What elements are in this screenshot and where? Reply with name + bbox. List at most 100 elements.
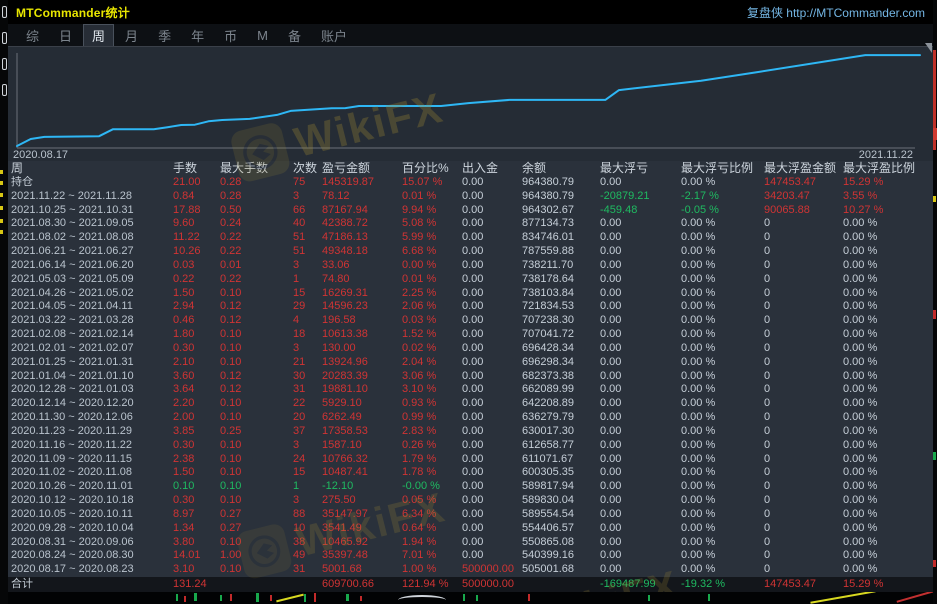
table-row[interactable]: 2021.10.25 ~ 2021.10.3117.880.506687167.… [8,204,933,218]
value-cell: 0.00 [460,397,520,411]
value-cell: 0.00 % [679,314,762,328]
column-header-12[interactable]: 最大浮盈比例 [841,161,933,176]
table-row[interactable]: 2021.06.14 ~ 2021.06.200.030.01333.060.0… [8,259,933,273]
table-row[interactable]: 2020.11.16 ~ 2020.11.220.300.1031587.100… [8,439,933,453]
table-row[interactable]: 2020.12.28 ~ 2021.01.033.640.123119881.1… [8,383,933,397]
column-header-8[interactable]: 余额 [520,161,598,176]
table-row[interactable]: 2021.08.02 ~ 2021.08.0811.220.225147186.… [8,231,933,245]
menu-item-9[interactable]: 备 [280,25,309,46]
value-cell: 5001.68 [320,563,400,577]
value-cell: 1.34 [171,522,218,536]
period-cell: 2020.10.26 ~ 2020.11.01 [8,480,171,494]
table-row[interactable]: 2021.01.04 ~ 2021.01.103.600.123020283.3… [8,370,933,384]
value-cell: 0.30 [171,342,218,356]
table-row[interactable]: 2020.08.31 ~ 2020.09.063.800.103810465.9… [8,536,933,550]
value-cell: 738211.70 [520,259,598,273]
table-row[interactable]: 2021.03.22 ~ 2021.03.280.460.124196.580.… [8,314,933,328]
brand-link[interactable]: 复盘侠 http://MTCommander.com [747,4,925,21]
value-cell: 1.52 % [400,328,460,342]
value-cell: 42388.72 [320,217,400,231]
value-cell: 0.00 % [679,273,762,287]
value-cell: 1.00 [218,549,291,563]
value-cell: 0.00 [460,411,520,425]
value-cell: 0.24 [218,217,291,231]
table-row[interactable]: 2020.10.05 ~ 2020.10.118.970.278835147.9… [8,508,933,522]
table-row[interactable]: 2021.04.26 ~ 2021.05.021.500.101516269.3… [8,287,933,301]
value-cell: 0.00 % [679,549,762,563]
value-cell: 51 [291,231,320,245]
value-cell: 33.06 [320,259,400,273]
value-cell: 0 [762,397,841,411]
value-cell: 0.10 [218,342,291,356]
table-row[interactable]: 2021.11.22 ~ 2021.11.280.840.28378.120.0… [8,190,933,204]
table-row[interactable]: 2021.06.21 ~ 2021.06.2710.260.225149348.… [8,245,933,259]
table-row[interactable]: 2021.02.08 ~ 2021.02.141.800.101810613.3… [8,328,933,342]
table-row[interactable]: 2020.08.17 ~ 2020.08.233.100.10315001.68… [8,563,933,577]
table-row[interactable]: 2020.10.12 ~ 2020.10.180.300.103275.500.… [8,494,933,508]
column-header-6[interactable]: 百分比% [400,161,460,176]
menu-item-8[interactable]: M [249,27,276,44]
value-cell: 0 [762,273,841,287]
column-header-7[interactable]: 出入金 [460,161,520,176]
value-cell: 2.94 [171,300,218,314]
column-header-5[interactable]: 盈亏金额 [320,161,400,176]
value-cell: 0.10 [218,328,291,342]
menu-item-4[interactable]: 月 [117,25,146,46]
table-row[interactable]: 2020.08.24 ~ 2020.08.3014.011.004935397.… [8,549,933,563]
column-header-4[interactable]: 次数 [291,161,320,176]
value-cell: 13924.96 [320,356,400,370]
menu-item-2[interactable]: 日 [51,25,80,46]
table-row[interactable]: 2021.08.30 ~ 2021.09.059.600.244042388.7… [8,217,933,231]
value-cell: 0.00 % [400,259,460,273]
value-cell: 0.10 [171,480,218,494]
table-row[interactable]: 2020.11.23 ~ 2020.11.293.850.253717358.5… [8,425,933,439]
value-cell: 630017.30 [520,425,598,439]
table-row[interactable]: 2020.11.30 ~ 2020.12.062.000.10206262.49… [8,411,933,425]
column-header-3[interactable]: 最大手数 [218,161,291,176]
column-header-10[interactable]: 最大浮亏比例 [679,161,762,176]
value-cell: 49 [291,549,320,563]
value-cell: 2.83 % [400,425,460,439]
value-cell: 0.00 [460,204,520,218]
table-row[interactable]: 2020.09.28 ~ 2020.10.041.340.27103541.49… [8,522,933,536]
value-cell: 0.01 % [400,190,460,204]
value-cell: 2.10 [171,356,218,370]
table-row[interactable]: 2020.12.14 ~ 2020.12.202.200.10225929.10… [8,397,933,411]
value-cell: 0 [762,522,841,536]
table-row[interactable]: 2021.05.03 ~ 2021.05.090.220.22174.800.0… [8,273,933,287]
value-cell: 0.00 [460,259,520,273]
value-cell: 0.00 [460,453,520,467]
value-cell: 38 [291,536,320,550]
column-header-11[interactable]: 最大浮盈金额 [762,161,841,176]
menu-item-3[interactable]: 周 [84,25,113,46]
table-row[interactable]: 2021.04.05 ~ 2021.04.112.940.122914596.2… [8,300,933,314]
value-cell: 0.00 % [841,397,933,411]
value-cell: 6262.49 [320,411,400,425]
column-header-2[interactable]: 手数 [171,161,218,176]
menu-item-5[interactable]: 季 [150,25,179,46]
value-cell: 0.00 % [679,466,762,480]
period-cell: 2020.08.31 ~ 2020.09.06 [8,536,171,550]
column-header-1[interactable]: 周 [8,161,171,176]
table-row[interactable]: 持仓21.000.2875145319.8715.07 %0.00964380.… [8,176,933,190]
value-cell: 0.00 [598,273,679,287]
value-cell: 0.00 [460,300,520,314]
menu-item-6[interactable]: 年 [183,25,212,46]
value-cell: 0.00 [460,356,520,370]
column-header-9[interactable]: 最大浮亏 [598,161,679,176]
value-cell: 0.30 [171,439,218,453]
menu-item-1[interactable]: 综 [18,25,47,46]
table-row[interactable]: 2021.01.25 ~ 2021.01.312.100.102113924.9… [8,356,933,370]
value-cell: 66 [291,204,320,218]
menu-item-10[interactable]: 账户 [313,25,355,46]
menu-item-7[interactable]: 币 [216,25,245,46]
table-row[interactable]: 2020.11.02 ~ 2020.11.081.500.101510487.4… [8,466,933,480]
value-cell: 0.00 % [841,300,933,314]
value-cell: 0.10 [218,287,291,301]
table-row[interactable]: 2021.02.01 ~ 2021.02.070.300.103130.000.… [8,342,933,356]
table-row[interactable]: 2020.10.26 ~ 2020.11.010.100.101-12.10-0… [8,480,933,494]
value-cell: 0.10 [218,494,291,508]
table-row[interactable]: 2020.11.09 ~ 2020.11.152.380.102410766.3… [8,453,933,467]
value-cell: 0.00 [460,425,520,439]
value-cell: 0 [762,466,841,480]
